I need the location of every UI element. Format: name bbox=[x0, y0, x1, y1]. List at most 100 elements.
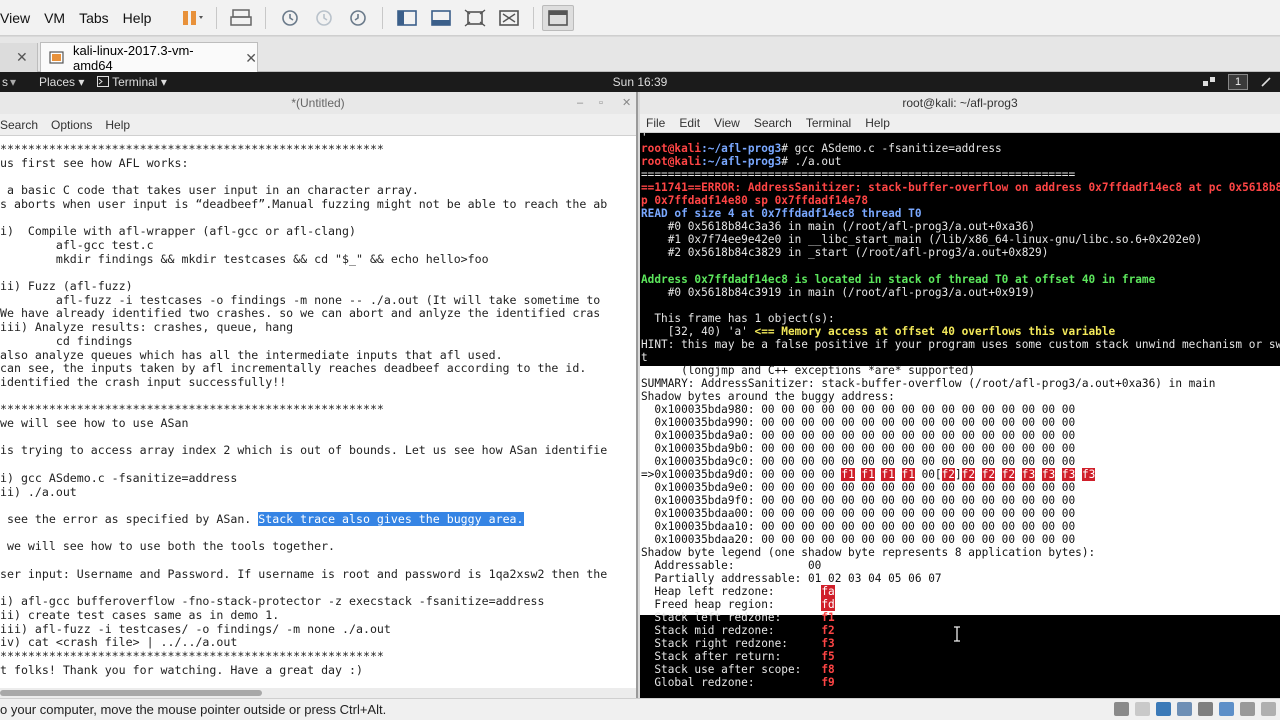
asan-error-line: p 0x7ffdadf14e80 sp 0x7ffdadf14e78 bbox=[641, 194, 869, 207]
shadow-row: 0x100035bda9b0: 00 00 00 00 00 00 00 00 … bbox=[641, 442, 1076, 455]
legend-row: Freed heap region: fd bbox=[641, 598, 835, 611]
shadow-byte: f1 bbox=[841, 468, 855, 481]
sound-icon[interactable] bbox=[1198, 702, 1213, 716]
cd-icon[interactable] bbox=[1135, 702, 1150, 716]
toolbar-separator bbox=[265, 6, 267, 29]
legend-code: fa bbox=[821, 585, 835, 598]
legend-code: f5 bbox=[821, 650, 835, 663]
terminal-menu-file[interactable]: File bbox=[646, 116, 665, 130]
editor-text-area[interactable]: ****************************************… bbox=[0, 143, 636, 686]
vm-tab-active[interactable]: kali-linux-2017.3-vm-amd64 ✕ bbox=[40, 42, 258, 73]
terminal-menu-search[interactable]: Search bbox=[754, 116, 792, 130]
editor-menu-help[interactable]: Help bbox=[105, 118, 130, 132]
shadow-byte: f3 bbox=[1041, 468, 1056, 481]
editor-line: We have already identified two crashes. … bbox=[0, 306, 601, 321]
editor-line: we will see how to use ASan bbox=[0, 416, 189, 430]
vm-menu-tabs[interactable]: Tabs bbox=[72, 0, 116, 36]
terminal-output[interactable]: ' root@kali:~/afl-prog3# gcc ASdemo.c -f… bbox=[640, 133, 1280, 698]
prompt-path: :~/afl-prog3 bbox=[701, 155, 782, 168]
message-icon[interactable] bbox=[1261, 702, 1276, 716]
asan-read-line: READ of size 4 at 0x7ffdadf14ec8 thread … bbox=[641, 207, 922, 220]
display-icon[interactable] bbox=[1240, 702, 1255, 716]
network-adapter-icon[interactable] bbox=[1156, 702, 1171, 716]
vm-menu-help[interactable]: Help bbox=[116, 0, 159, 36]
legend-label: Stack mid redzone: bbox=[641, 624, 822, 637]
terminal-menu-edit[interactable]: Edit bbox=[679, 116, 700, 130]
object-range: [32, 40) 'a' bbox=[641, 325, 748, 338]
editor-menu-options[interactable]: Options bbox=[51, 118, 92, 132]
printer-icon[interactable] bbox=[1219, 702, 1234, 716]
close-icon[interactable]: ✕ bbox=[16, 49, 28, 66]
terminal-menu-view[interactable]: View bbox=[714, 116, 740, 130]
shadow-byte: f3 bbox=[1021, 468, 1036, 481]
legend-label: Heap left redzone: bbox=[641, 585, 822, 598]
close-icon[interactable]: ✕ bbox=[622, 92, 631, 114]
minimize-icon[interactable]: – bbox=[577, 92, 583, 114]
usb-icon[interactable] bbox=[1177, 702, 1192, 716]
editor-line: we will see how to use both the tools to… bbox=[0, 539, 336, 554]
vm-tab-previous[interactable]: ✕ bbox=[0, 43, 38, 72]
editor-line: ****************************************… bbox=[0, 143, 384, 156]
vm-menu-view[interactable]: View bbox=[0, 0, 37, 36]
network-icon[interactable] bbox=[1202, 76, 1216, 88]
editor-line: can see, the inputs taken by afl increme… bbox=[0, 361, 587, 376]
editor-line: ii) create test cases same as in demo 1. bbox=[0, 607, 280, 622]
vm-menu-vm[interactable]: VM bbox=[37, 0, 72, 36]
summary-line: SUMMARY: AddressSanitizer: stack-buffer-… bbox=[641, 377, 1216, 390]
pause-icon[interactable] bbox=[176, 5, 208, 31]
unity-icon[interactable] bbox=[493, 5, 525, 31]
vm-tab-label: kali-linux-2017.3-vm-amd64 bbox=[72, 43, 194, 73]
text-cursor-icon bbox=[954, 626, 960, 642]
show-library-icon[interactable] bbox=[391, 5, 423, 31]
prompt-user: root@kali bbox=[641, 155, 702, 168]
panel-tray: 1 bbox=[1202, 74, 1272, 90]
editor-menu-search[interactable]: Search bbox=[0, 118, 38, 132]
statusbar-hint: o your computer, move the mouse pointer … bbox=[0, 702, 387, 717]
shadow-byte: f1 bbox=[901, 468, 915, 481]
toolbar-separator bbox=[216, 6, 218, 29]
terminal-menu-terminal[interactable]: Terminal bbox=[806, 116, 851, 130]
legend-label: Stack after return: bbox=[641, 650, 822, 663]
legend-code: f3 bbox=[821, 637, 835, 650]
shadow-row: 0x100035bda9c0: 00 00 00 00 00 00 00 00 … bbox=[641, 455, 1076, 468]
terminal-command: ./a.out bbox=[787, 155, 842, 168]
toolbar-separator bbox=[533, 6, 535, 29]
close-icon[interactable]: ✕ bbox=[245, 50, 257, 67]
full-screen-icon[interactable] bbox=[459, 5, 491, 31]
terminal-title: root@kali: ~/afl-prog3 bbox=[902, 96, 1018, 110]
shadow-byte: f3 bbox=[1061, 468, 1076, 481]
send-ctrl-alt-del-icon[interactable] bbox=[225, 5, 257, 31]
editor-title: *(Untitled) bbox=[291, 96, 345, 110]
workspace-indicator[interactable]: 1 bbox=[1228, 74, 1248, 90]
vm-icon bbox=[49, 51, 64, 64]
console-view-icon[interactable] bbox=[542, 4, 575, 31]
maximize-icon[interactable]: ▫ bbox=[599, 92, 603, 114]
editor-line: s aborts when user input is “deadbeef”.M… bbox=[0, 196, 608, 211]
legend-code: fd bbox=[821, 598, 835, 611]
legend-label: Addressable: bbox=[641, 559, 808, 572]
terminal-menu-help[interactable]: Help bbox=[865, 116, 890, 130]
editor-horizontal-scrollbar[interactable] bbox=[0, 688, 636, 698]
hard-disk-icon[interactable] bbox=[1114, 702, 1129, 716]
editor-line: iii) Analyze results: crashes, queue, ha… bbox=[0, 320, 294, 335]
shadow-byte: f1 bbox=[861, 468, 875, 481]
shadow-byte: f1 bbox=[881, 468, 895, 481]
vm-menubar: View VM Tabs Help bbox=[0, 0, 1280, 36]
power-icon[interactable] bbox=[1260, 76, 1272, 88]
editor-selection[interactable]: Stack trace also gives the buggy area. bbox=[258, 511, 524, 526]
prompt-user: root@kali bbox=[641, 142, 702, 155]
snapshot-manager-icon[interactable] bbox=[342, 5, 374, 31]
prompt-symbol: # bbox=[781, 155, 788, 168]
clock[interactable]: Sun 16:39 bbox=[0, 72, 1280, 92]
object-line: [32, 40) 'a' <== Memory access at offset… bbox=[641, 325, 1116, 338]
snapshot-icon[interactable] bbox=[274, 5, 306, 31]
revert-snapshot-icon[interactable] bbox=[308, 5, 340, 31]
scrollbar-thumb[interactable] bbox=[0, 690, 262, 696]
shadow-byte: f2 bbox=[1001, 468, 1016, 481]
editor-line: iii) afl-fuzz -i testcases/ -o findings/… bbox=[0, 621, 391, 636]
show-thumbnail-icon[interactable] bbox=[425, 5, 457, 31]
object-note: <== Memory access at offset 40 overflows… bbox=[747, 325, 1116, 338]
terminal-window: root@kali: ~/afl-prog3 File Edit View Se… bbox=[640, 92, 1280, 698]
editor-line: ****************************************… bbox=[0, 402, 384, 417]
editor-line: i) gcc ASdemo.c -fsanitize=address bbox=[0, 470, 238, 485]
